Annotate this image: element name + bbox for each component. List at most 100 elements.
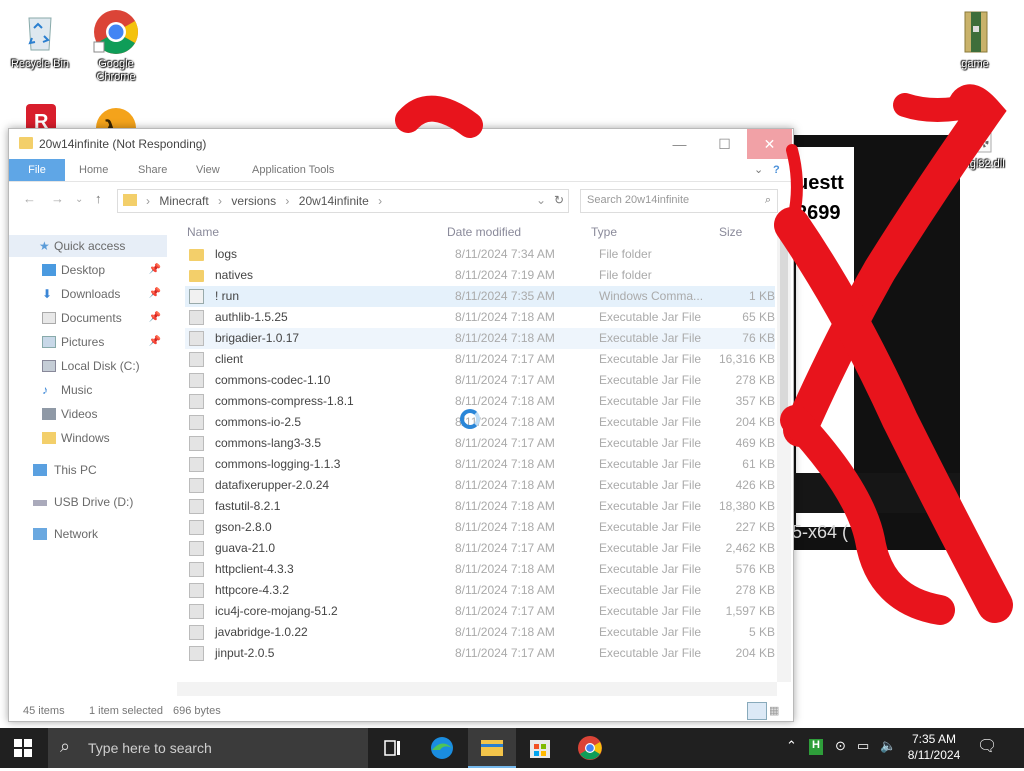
background-video-window[interactable]: uestt 2699 <box>790 135 960 550</box>
forward-arrow-icon[interactable]: → <box>51 191 64 206</box>
desktop-icon-game[interactable]: game <box>937 8 1013 71</box>
tab-share[interactable]: Share <box>138 159 167 181</box>
file-size: 16,316 KB <box>718 352 775 366</box>
file-name: icu4j-core-mojang-51.2 <box>215 604 338 618</box>
background-text: 2699 <box>796 202 841 224</box>
file-row[interactable]: datafixerupper-2.0.24 8/11/2024 7:18 AM Ex… <box>185 475 775 496</box>
details-view-icon[interactable] <box>747 702 767 720</box>
minimize-button[interactable]: — <box>657 129 702 159</box>
tray-app-icon[interactable]: H <box>809 739 823 755</box>
refresh-icon[interactable]: ↻ <box>554 193 564 207</box>
file-row[interactable]: guava-21.0 8/11/2024 7:17 AM Executable Ja… <box>185 538 775 559</box>
file-row[interactable]: httpcore-4.3.2 8/11/2024 7:18 AM Executabl… <box>185 580 775 601</box>
file-size: 1 KB <box>748 289 775 303</box>
nav-item-downloads[interactable]: ⬇ Downloads 📌 <box>9 283 167 305</box>
file-row[interactable]: client 8/11/2024 7:17 AM Executable Jar Fi… <box>185 349 775 370</box>
jar-file-icon <box>189 457 204 472</box>
taskbar-chrome-button[interactable] <box>566 728 614 768</box>
desktop-icon-google-chrome[interactable]: Google Chrome <box>78 8 154 84</box>
file-size: 1,597 KB <box>725 604 775 618</box>
desktop-icon-label: game <box>961 58 989 70</box>
column-header-size[interactable]: Size <box>719 222 742 242</box>
breadcrumb-item[interactable]: 20w14infinite <box>299 194 369 208</box>
file-row[interactable]: natives 8/11/2024 7:19 AM File folder <box>185 265 775 286</box>
file-row[interactable]: commons-io-2.5 8/11/2024 7:18 AM Executabl… <box>185 412 775 433</box>
file-row[interactable]: authlib-1.5.25 8/11/2024 7:18 AM Executabl… <box>185 307 775 328</box>
tab-file[interactable]: File <box>9 159 65 181</box>
nav-item-videos[interactable]: Videos <box>9 403 167 425</box>
column-header-date-modified[interactable]: Date modified <box>447 222 521 242</box>
video-icon <box>42 408 56 420</box>
nav-item-usb-drive[interactable]: USB Drive (D:) <box>9 491 167 513</box>
file-row[interactable]: jinput-2.0.5 8/11/2024 7:17 AM Executable … <box>185 643 775 664</box>
file-row[interactable]: commons-compress-1.8.1 8/11/2024 7:18 AM E… <box>185 391 775 412</box>
column-header-type[interactable]: Type <box>591 222 617 242</box>
tab-home[interactable]: Home <box>79 159 108 181</box>
nav-item-this-pc[interactable]: This PC <box>9 459 167 481</box>
desktop-icon-recycle-bin[interactable]: Recycle Bin <box>2 8 78 71</box>
file-size: 357 KB <box>735 394 775 408</box>
file-row[interactable]: gson-2.8.0 8/11/2024 7:18 AM Executable Ja… <box>185 517 775 538</box>
file-row[interactable]: javabridge-1.0.22 8/11/2024 7:18 AM Execut… <box>185 622 775 643</box>
network-icon <box>33 528 47 540</box>
nav-item-desktop[interactable]: Desktop 📌 <box>9 259 167 281</box>
tab-view[interactable]: View <box>196 159 220 181</box>
file-size: 2,462 KB <box>725 541 775 555</box>
file-row[interactable]: commons-lang3-3.5 8/11/2024 7:17 AM Execut… <box>185 433 775 454</box>
file-row[interactable]: icu4j-core-mojang-51.2 8/11/2024 7:17 AM E… <box>185 601 775 622</box>
help-icon[interactable]: ? <box>773 159 780 181</box>
breadcrumb-item[interactable]: Minecraft <box>159 194 208 208</box>
horizontal-scrollbar[interactable] <box>177 682 777 696</box>
file-row[interactable]: logs 8/11/2024 7:34 AM File folder <box>185 244 775 265</box>
taskbar-search-box[interactable]: ⌕ Type here to search <box>48 728 368 768</box>
search-box[interactable]: Search 20w14infinite ⌕ <box>580 189 778 213</box>
file-explorer-window[interactable]: 20w14infinite (Not Responding) — ☐ ✕ Fil… <box>8 128 794 722</box>
system-clock[interactable]: 7:35 AM 8/11/2024 <box>904 731 964 763</box>
nav-item-music[interactable]: ♪ Music <box>9 379 167 401</box>
notifications-icon[interactable]: 🗨 <box>977 736 997 756</box>
webcam-icon[interactable]: ⊙ <box>835 738 846 754</box>
task-view-button[interactable] <box>368 728 416 768</box>
music-note-icon: ♪ <box>42 383 48 397</box>
tab-application-tools[interactable]: Application Tools <box>252 159 334 181</box>
nav-item-network[interactable]: Network <box>9 523 167 545</box>
file-size: 426 KB <box>735 478 775 492</box>
nav-item-pictures[interactable]: Pictures 📌 <box>9 331 167 353</box>
nav-item-windows[interactable]: Windows <box>9 427 167 449</box>
taskbar-store-button[interactable] <box>516 728 564 768</box>
network-icon[interactable]: ▭ <box>857 738 869 754</box>
file-row[interactable]: ! run 8/11/2024 7:35 AM Windows Comma... 1 … <box>185 286 775 307</box>
large-icons-view-icon[interactable]: ▦ <box>769 701 779 721</box>
up-arrow-icon[interactable]: ↑ <box>95 191 102 206</box>
address-box[interactable]: › Minecraft › versions › 20w14infinite ›… <box>117 189 569 213</box>
nav-item-documents[interactable]: Documents 📌 <box>9 307 167 329</box>
taskbar-edge-button[interactable] <box>418 728 466 768</box>
chevron-down-icon[interactable]: ⌄ <box>754 159 763 181</box>
nav-item-quick-access[interactable]: ★ Quick access <box>9 235 167 257</box>
close-button[interactable]: ✕ <box>747 129 792 159</box>
file-list[interactable]: Name Date modified Type Size logs 8/11/20… <box>177 222 777 684</box>
column-header-name[interactable]: Name <box>187 222 219 242</box>
file-row[interactable]: fastutil-8.2.1 8/11/2024 7:18 AM Executabl… <box>185 496 775 517</box>
file-row[interactable]: commons-logging-1.1.3 8/11/2024 7:18 AM Ex… <box>185 454 775 475</box>
back-arrow-icon[interactable]: ← <box>23 191 36 206</box>
scrollbar-thumb[interactable] <box>780 236 788 416</box>
file-row[interactable]: commons-codec-1.10 8/11/2024 7:17 AM Execu… <box>185 370 775 391</box>
nav-item-local-disk[interactable]: Local Disk (C:) <box>9 355 167 377</box>
breadcrumb-item[interactable]: versions <box>231 194 276 208</box>
volume-icon[interactable]: 🔈 <box>880 738 896 754</box>
vertical-scrollbar[interactable] <box>777 222 791 682</box>
file-row[interactable]: httpclient-4.3.3 8/11/2024 7:18 AM Executa… <box>185 559 775 580</box>
address-dropdown-icon[interactable]: ⌄ <box>536 193 546 207</box>
title-bar[interactable]: 20w14infinite (Not Responding) — ☐ ✕ <box>9 129 793 159</box>
file-size: 204 KB <box>735 646 775 660</box>
maximize-button[interactable]: ☐ <box>702 129 747 159</box>
taskbar-file-explorer-button[interactable] <box>468 728 516 768</box>
jar-file-icon <box>189 331 204 346</box>
start-button[interactable] <box>0 728 48 768</box>
file-name: client <box>215 352 244 366</box>
recent-chevron-icon[interactable]: ⌄ <box>75 194 83 205</box>
show-hidden-icons-chevron-icon[interactable]: ⌃ <box>786 738 797 754</box>
file-row[interactable]: brigadier-1.0.17 8/11/2024 7:18 AM Executa… <box>185 328 775 349</box>
nav-label: Windows <box>61 431 110 445</box>
